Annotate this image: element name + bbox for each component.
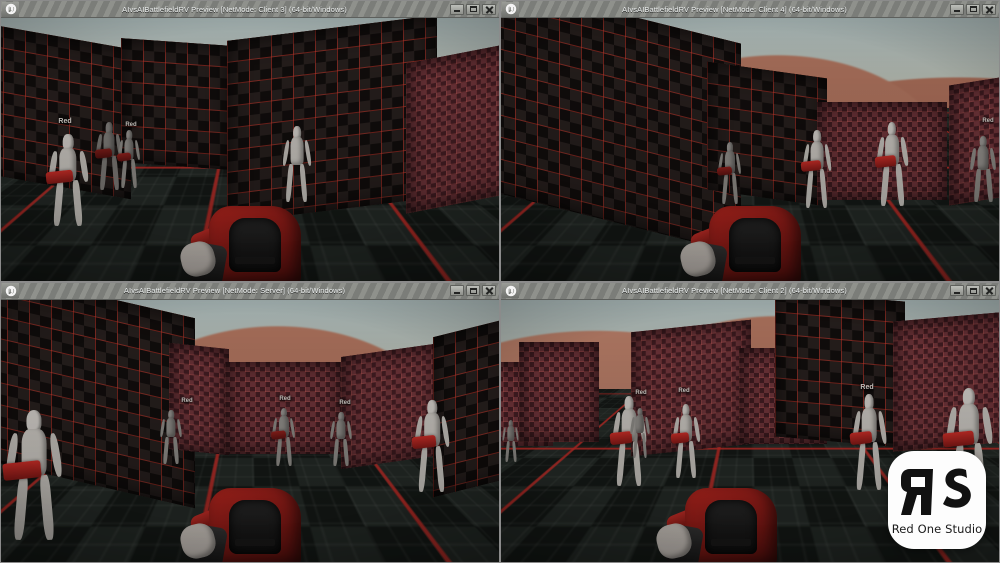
character-nameplate: Red [635, 389, 647, 396]
ai-character [670, 403, 701, 478]
character-nameplate: Red [678, 387, 690, 394]
character-nameplate: Red [125, 122, 137, 128]
character-nameplate: Red [58, 118, 72, 125]
ai-character [849, 393, 887, 490]
minimize-button[interactable] [450, 3, 464, 15]
ai-character [1, 409, 64, 540]
unreal-engine-icon [502, 283, 519, 298]
unreal-engine-icon [502, 1, 519, 17]
character-nameplate: Red [339, 399, 351, 406]
preview-window-top-right[interactable]: AIvsAIBattlefieldRV Preview [NetMode: Cl… [500, 0, 1000, 282]
ai-character [270, 407, 297, 466]
window-title: AIvsAIBattlefieldRV Preview [NetMode: Cl… [622, 286, 847, 295]
maximize-button[interactable] [466, 3, 480, 15]
character-nameplate: Red [860, 383, 874, 391]
close-button[interactable] [982, 3, 996, 15]
ai-character [411, 399, 451, 492]
ai-character [329, 411, 353, 466]
character-nameplate: Red [982, 118, 994, 124]
ai-character [502, 419, 520, 462]
preview-window-top-left[interactable]: AIvsAIBattlefieldRV Preview [NetMode: Cl… [0, 0, 500, 282]
ai-character [630, 407, 650, 458]
unreal-engine-icon [2, 1, 19, 17]
maximize-button[interactable] [466, 285, 480, 296]
multi-window-playtest-screen: AIvsAIBattlefieldRV Preview [NetMode: Cl… [0, 0, 1000, 563]
game-viewport[interactable]: Red [501, 18, 999, 281]
preview-window-bottom-left[interactable]: AIvsAIBattlefieldRV Preview [NetMode: Se… [0, 281, 500, 563]
window-controls[interactable] [450, 3, 496, 15]
window-titlebar[interactable]: AIvsAIBattlefieldRV Preview [NetMode: Se… [1, 282, 499, 300]
close-button[interactable] [482, 3, 496, 15]
game-viewport[interactable]: Red Red Red [1, 299, 499, 563]
character-nameplate: Red [279, 395, 291, 402]
character-nameplate: Red [181, 397, 193, 404]
window-controls[interactable] [950, 285, 996, 296]
window-titlebar[interactable]: AIvsAIBattlefieldRV Preview [NetMode: Cl… [501, 282, 999, 300]
ai-character [45, 134, 89, 227]
ai-character [281, 126, 313, 203]
maximize-button[interactable] [966, 3, 980, 15]
wall-block-red [406, 40, 499, 214]
wall-block [775, 299, 905, 448]
ai-character [159, 409, 183, 464]
studio-watermark: Red One Studio [888, 451, 986, 549]
window-titlebar[interactable]: AIvsAIBattlefieldRV Preview [NetMode: Cl… [501, 1, 999, 18]
ai-character [117, 130, 141, 189]
ai-character [874, 122, 909, 207]
close-button[interactable] [482, 285, 496, 296]
maximize-button[interactable] [966, 285, 980, 296]
wall-block-red [519, 341, 599, 442]
game-viewport[interactable]: Red Red [1, 18, 499, 281]
minimize-button[interactable] [950, 3, 964, 15]
watermark-label: Red One Studio [891, 522, 983, 536]
ai-character [716, 142, 743, 205]
ai-character [969, 136, 997, 203]
red-one-studio-monogram-icon [900, 464, 974, 520]
window-title: AIvsAIBattlefieldRV Preview [NetMode: Se… [123, 286, 346, 295]
ai-character [800, 130, 833, 209]
window-controls[interactable] [450, 285, 496, 296]
minimize-button[interactable] [450, 285, 464, 296]
window-title: AIvsAIBattlefieldRV Preview [NetMode: Cl… [622, 4, 847, 14]
close-button[interactable] [982, 285, 996, 296]
unreal-engine-icon [2, 283, 19, 298]
window-controls[interactable] [950, 3, 996, 15]
window-titlebar[interactable]: AIvsAIBattlefieldRV Preview [NetMode: Cl… [1, 1, 499, 18]
minimize-button[interactable] [950, 285, 964, 296]
window-title: AIvsAIBattlefieldRV Preview [NetMode: Cl… [122, 4, 347, 14]
